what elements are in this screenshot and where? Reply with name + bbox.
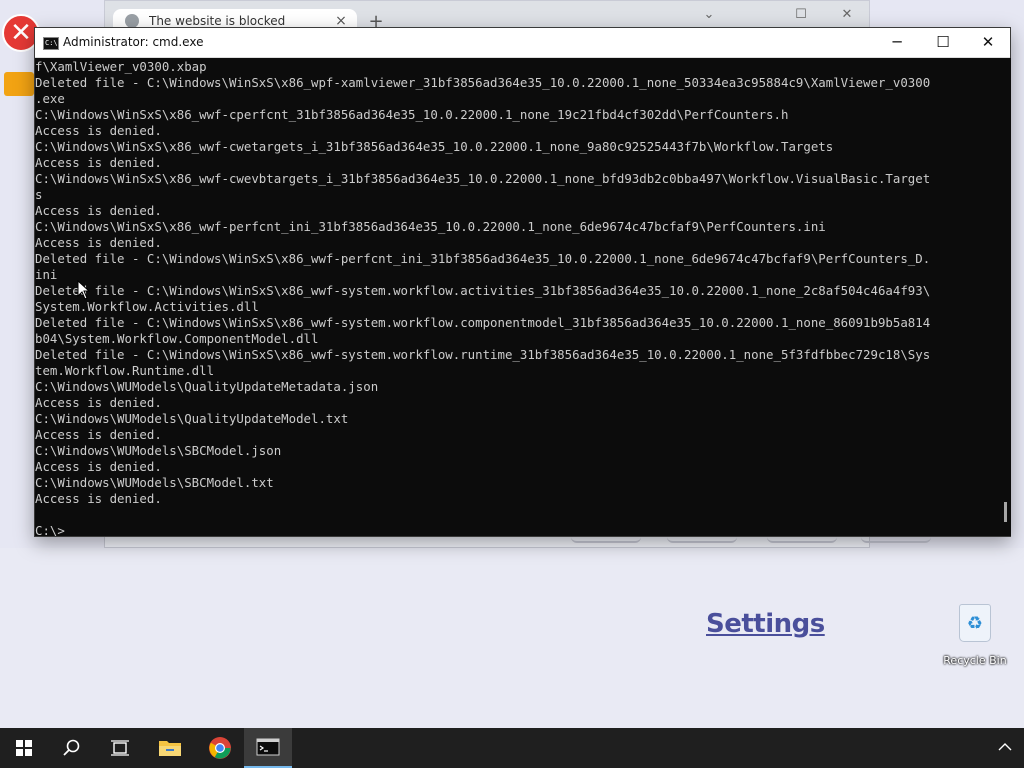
scrollbar-thumb[interactable] — [1004, 502, 1007, 522]
close-button[interactable]: ✕ — [965, 28, 1011, 58]
chrome-icon — [209, 737, 231, 759]
console-line: Deleted file - C:\Windows\WinSxS\x86_wwf… — [35, 347, 931, 362]
console-line: Deleted file - C:\Windows\WinSxS\x86_wwf… — [35, 251, 931, 266]
scrollbar[interactable] — [1001, 58, 1011, 536]
console-line: b04\System.Workflow.ComponentModel.dll — [35, 331, 319, 346]
cmd-titlebar[interactable]: C:\ Administrator: cmd.exe ─ ☐ ✕ — [35, 28, 1010, 58]
folder-icon — [159, 741, 181, 756]
recycle-bin-label: Recycle Bin — [943, 654, 1007, 667]
console-line: Access is denied. — [35, 203, 162, 218]
page-button-row — [571, 537, 941, 545]
monitor-base-icon — [4, 72, 34, 96]
console-line: Access is denied. — [35, 155, 162, 170]
console-line: Access is denied. — [35, 395, 162, 410]
file-explorer-button[interactable] — [146, 728, 194, 768]
maximize-button[interactable]: ☐ — [920, 28, 966, 58]
console-line: Access is denied. — [35, 459, 162, 474]
console-line: C:\Windows\WinSxS\x86_wwf-cperfcnt_31bf3… — [35, 107, 789, 122]
console-line: Deleted file - C:\Windows\WinSxS\x86_wpf… — [35, 75, 931, 90]
task-view-button[interactable] — [96, 728, 144, 768]
cmd-taskbar-button[interactable] — [244, 728, 292, 768]
windows-logo-icon — [16, 740, 32, 756]
browser-tab-title: The website is blocked — [149, 14, 286, 28]
console-line: f\XamlViewer_v0300.xbap — [35, 59, 207, 74]
recycle-bin[interactable]: ♻ Recycle Bin — [940, 604, 1010, 668]
search-button[interactable] — [48, 728, 96, 768]
settings-link[interactable]: Settings — [706, 609, 825, 645]
console-line: Deleted file - C:\Windows\WinSxS\x86_wwf… — [35, 315, 931, 330]
console-line: C:\Windows\WinSxS\x86_wwf-perfcnt_ini_31… — [35, 219, 826, 234]
console-line: C:\Windows\WUModels\SBCModel.json — [35, 443, 282, 458]
console-line: C:\Windows\WUModels\SBCModel.txt — [35, 475, 274, 490]
cmd-output[interactable]: f\XamlViewer_v0300.xbap Deleted file - C:… — [35, 58, 1001, 536]
desktop-background-band — [0, 548, 1024, 728]
console-line: C:\Windows\WUModels\QualityUpdateModel.t… — [35, 411, 349, 426]
console-line: System.Workflow.Activities.dll — [35, 299, 259, 314]
chevron-up-icon — [998, 743, 1012, 751]
page-button[interactable] — [767, 537, 837, 543]
minimize-button[interactable]: ─ — [874, 28, 920, 58]
console-line: Access is denied. — [35, 235, 162, 250]
console-line: C:\> — [35, 523, 65, 536]
terminal-icon: C:\ — [43, 37, 59, 50]
page-button[interactable] — [667, 537, 737, 543]
tab-search-button[interactable]: ⌄ — [699, 7, 719, 25]
task-view-icon — [111, 740, 129, 756]
console-line: ini — [35, 267, 58, 282]
terminal-icon — [256, 738, 280, 756]
console-line: tem.Workflow.Runtime.dll — [35, 363, 215, 378]
console-line: .exe — [35, 91, 65, 106]
cmd-window-title: Administrator: cmd.exe — [63, 35, 204, 49]
console-line: Access is denied. — [35, 123, 162, 138]
page-button[interactable] — [861, 537, 931, 543]
chrome-button[interactable] — [196, 728, 244, 768]
taskbar — [0, 728, 1024, 768]
recycle-bin-icon: ♻ — [959, 604, 991, 642]
browser-maximize-button[interactable]: ☐ — [791, 7, 811, 25]
console-line: C:\Windows\WUModels\QualityUpdateMetadat… — [35, 379, 379, 394]
console-line: Deleted file - C:\Windows\WinSxS\x86_wwf… — [35, 283, 931, 298]
mouse-cursor-icon — [77, 280, 91, 300]
globe-icon — [125, 14, 139, 28]
cmd-window[interactable]: C:\ Administrator: cmd.exe ─ ☐ ✕ f\XamlV… — [34, 27, 1011, 537]
console-line: Access is denied. — [35, 491, 162, 506]
show-hidden-icons-button[interactable] — [990, 736, 1020, 760]
console-line: Access is denied. — [35, 427, 162, 442]
browser-close-button[interactable]: ✕ — [837, 7, 857, 25]
page-button[interactable] — [571, 537, 641, 543]
console-line: C:\Windows\WinSxS\x86_wwf-cwevbtargets_i… — [35, 171, 931, 186]
search-icon — [63, 739, 80, 756]
console-line: C:\Windows\WinSxS\x86_wwf-cwetargets_i_3… — [35, 139, 834, 154]
console-line: s — [35, 187, 43, 202]
start-button[interactable] — [0, 728, 48, 768]
